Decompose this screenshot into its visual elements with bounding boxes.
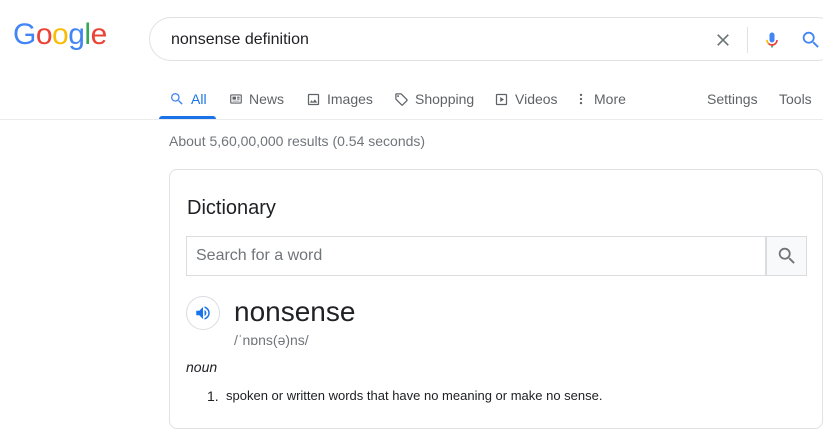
logo-letter: o xyxy=(52,18,69,51)
google-logo[interactable]: Google xyxy=(13,20,107,50)
dictionary-search-button[interactable] xyxy=(766,236,807,276)
more-vert-icon xyxy=(579,93,583,105)
logo-letter: G xyxy=(13,18,36,51)
logo-letter: o xyxy=(35,18,53,51)
phonetic: /ˈnɒns(ə)ns/ xyxy=(234,332,309,348)
play-icon xyxy=(495,93,508,105)
definition-number: 1. xyxy=(207,388,219,404)
search-divider xyxy=(747,27,748,53)
microphone-icon[interactable] xyxy=(762,28,782,52)
dictionary-search-placeholder: Search for a word xyxy=(196,247,323,264)
logo-letter: e xyxy=(90,18,108,51)
tab-all[interactable]: All xyxy=(169,80,207,118)
dictionary-search-input[interactable]: Search for a word xyxy=(186,236,766,276)
tab-label: Images xyxy=(327,91,373,107)
search-icon xyxy=(171,93,183,105)
tab-label: Shopping xyxy=(415,91,475,107)
tab-label: Videos xyxy=(515,91,558,107)
search-icon[interactable] xyxy=(800,29,822,51)
search-input[interactable]: nonsense definition xyxy=(171,31,309,49)
headword: nonsense xyxy=(234,296,356,327)
tab-label: All xyxy=(191,91,207,107)
settings-label: Settings xyxy=(707,91,758,107)
header-divider xyxy=(0,119,823,120)
search-icon xyxy=(778,247,795,264)
tab-shopping[interactable]: Shopping xyxy=(394,80,474,118)
dictionary-title: Dictionary xyxy=(187,197,276,219)
part-of-speech: noun xyxy=(186,359,218,375)
dictionary-card: Dictionary Search for a word nonsense /ˈ… xyxy=(169,169,823,429)
search-bar[interactable]: nonsense definition xyxy=(149,17,823,61)
tab-images[interactable]: Images xyxy=(306,80,373,118)
settings-link[interactable]: Settings xyxy=(707,80,758,118)
tab-videos[interactable]: Videos xyxy=(494,80,558,118)
tab-label: News xyxy=(249,91,285,107)
tab-label: More xyxy=(594,91,626,107)
news-icon xyxy=(230,94,242,104)
close-icon[interactable] xyxy=(713,30,733,50)
pronunciation-button[interactable] xyxy=(186,296,220,330)
tools-label: Tools xyxy=(779,91,812,107)
definition-text: spoken or written words that have no mea… xyxy=(226,388,603,403)
volume-icon xyxy=(196,306,210,320)
tab-news[interactable]: News xyxy=(229,80,284,118)
search-tabs: All News Images Shopping Videos More Set… xyxy=(0,80,823,120)
tag-icon xyxy=(395,92,408,106)
image-icon xyxy=(307,93,320,105)
logo-letter: g xyxy=(68,18,85,51)
result-stats: About 5,60,00,000 results (0.54 seconds) xyxy=(169,133,426,149)
tools-link[interactable]: Tools xyxy=(779,80,812,118)
tab-more[interactable]: More xyxy=(574,80,626,118)
